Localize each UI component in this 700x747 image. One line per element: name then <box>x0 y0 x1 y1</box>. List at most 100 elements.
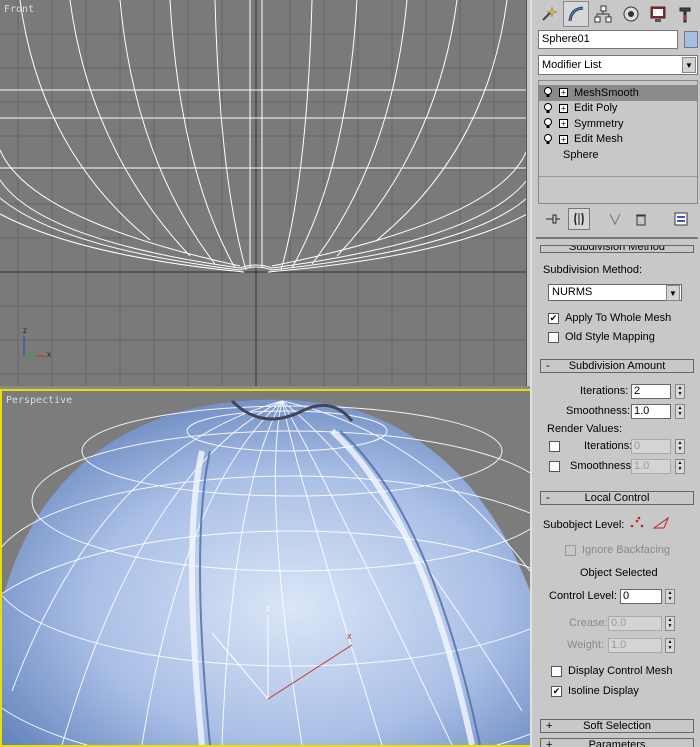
apply-whole-mesh-checkbox[interactable]: ✔ <box>548 313 559 324</box>
apply-whole-mesh-label: Apply To Whole Mesh <box>565 312 672 324</box>
perspective-viewport-label[interactable]: Perspective <box>6 395 72 406</box>
subdivision-method-select[interactable]: NURMS ▼ <box>548 284 682 301</box>
expand-icon[interactable]: + <box>559 134 568 144</box>
vertex-subobject-button[interactable] <box>628 515 646 531</box>
motion-tab[interactable] <box>617 1 644 27</box>
expand-icon[interactable]: + <box>559 88 568 98</box>
stack-item-meshsmooth[interactable]: + MeshSmooth <box>539 85 697 101</box>
show-end-result-icon <box>574 212 584 226</box>
display-control-mesh-checkbox[interactable] <box>551 666 562 677</box>
render-iterations-spinner: 0 <box>631 439 671 454</box>
rollout-subdivision-amount-header[interactable]: - Subdivision Amount <box>540 359 694 373</box>
expand-icon[interactable]: + <box>559 103 568 113</box>
render-smoothness-label: Smoothness: <box>570 460 635 472</box>
stack-toolbar <box>538 206 698 232</box>
gizmo-x-label: x <box>347 631 352 641</box>
display-control-mesh-label: Display Control Mesh <box>568 665 673 677</box>
stack-item-edit-mesh[interactable]: + Edit Mesh <box>539 132 697 148</box>
render-iterations-spinner-arrows: ▲ ▼ <box>675 439 685 454</box>
lightbulb-icon[interactable] <box>543 118 553 129</box>
show-end-result-button[interactable] <box>568 208 590 230</box>
stack-item-edit-poly[interactable]: + Edit Poly <box>539 101 697 117</box>
utilities-icon <box>679 7 691 23</box>
create-tab[interactable] <box>536 1 562 27</box>
remove-modifier-button[interactable] <box>630 208 652 230</box>
pin-stack-button[interactable] <box>542 208 564 230</box>
modify-icon <box>568 6 584 22</box>
subdivision-method-label: Subdivision Method: <box>543 264 643 276</box>
modifier-stack: + MeshSmooth + Edit Poly + Symmetry + Ed… <box>538 80 698 204</box>
control-level-spinner[interactable]: 0 <box>620 589 662 604</box>
smoothness-label: Smoothness: <box>566 405 631 417</box>
isoline-display-label: Isoline Display <box>568 685 639 697</box>
weight-spinner-arrows: ▲ ▼ <box>665 638 675 653</box>
lightbulb-icon[interactable] <box>543 133 553 144</box>
rollout-soft-selection-header[interactable]: + Soft Selection <box>540 719 694 733</box>
iterations-spinner[interactable]: 2 <box>631 384 671 399</box>
crease-label: Crease: <box>569 617 608 629</box>
control-level-spinner-arrows[interactable]: ▲ ▼ <box>665 589 675 604</box>
make-unique-icon <box>609 213 621 226</box>
expand-icon[interactable]: + <box>559 119 568 129</box>
display-tab[interactable] <box>645 1 671 27</box>
front-viewport-label[interactable]: Front <box>4 4 34 15</box>
rollout-subdivision-method-header[interactable]: Subdivision Method <box>540 245 694 253</box>
front-viewport[interactable]: Front z x <box>0 0 527 386</box>
edge-icon <box>652 516 670 529</box>
command-panel: Sphere01 Modifier List ▼ + MeshSmooth + … <box>530 0 700 747</box>
crease-spinner: 0.0 <box>608 616 662 631</box>
stack-item-label: Edit Mesh <box>574 133 623 146</box>
modifier-rollouts: Subdivision Method Subdivision Method: N… <box>532 240 698 747</box>
lightbulb-icon[interactable] <box>543 87 553 98</box>
smoothness-spinner-arrows[interactable]: ▲ ▼ <box>675 404 685 419</box>
iterations-label: Iterations: <box>580 385 629 397</box>
crease-spinner-arrows: ▲ ▼ <box>665 616 675 631</box>
stack-item-symmetry[interactable]: + Symmetry <box>539 116 697 132</box>
make-unique-button[interactable] <box>604 208 626 230</box>
old-style-mapping-checkbox[interactable] <box>548 332 559 343</box>
smoothness-spinner[interactable]: 1.0 <box>631 404 671 419</box>
ignore-backfacing-label: Ignore Backfacing <box>582 544 671 556</box>
utilities-tab[interactable] <box>672 1 698 27</box>
hierarchy-tab[interactable] <box>590 1 616 27</box>
render-values-label: Render Values: <box>547 423 623 435</box>
trash-icon <box>636 214 646 226</box>
stack-item-label: Sphere <box>563 148 599 161</box>
vertex-icon <box>630 516 644 528</box>
edge-subobject-button[interactable] <box>652 515 670 531</box>
hierarchy-icon <box>594 5 612 23</box>
render-iterations-label: Iterations: <box>584 440 633 452</box>
lightbulb-icon[interactable] <box>543 102 553 113</box>
rollout-parameters-header[interactable]: + Parameters <box>540 738 694 747</box>
configure-sets-icon <box>674 212 688 226</box>
modifier-list-label: Modifier List <box>542 59 602 71</box>
configure-modifier-sets-button[interactable] <box>670 208 692 230</box>
old-style-mapping-label: Old Style Mapping <box>565 331 655 343</box>
control-level-label: Control Level: <box>549 590 617 602</box>
command-panel-tabs <box>534 0 700 28</box>
axis-z-label: z <box>23 326 27 335</box>
object-color-swatch[interactable] <box>684 31 698 48</box>
object-selected-status: Object Selected <box>580 567 658 579</box>
object-name-field[interactable]: Sphere01 <box>538 30 678 49</box>
render-iterations-checkbox[interactable] <box>549 441 560 452</box>
stack-item-label: Symmetry <box>574 117 624 130</box>
chevron-down-icon[interactable]: ▼ <box>666 285 680 301</box>
iterations-spinner-arrows[interactable]: ▲ ▼ <box>675 384 685 399</box>
rollout-local-control-header[interactable]: - Local Control <box>540 491 694 505</box>
render-smoothness-checkbox[interactable] <box>549 461 560 472</box>
modify-tab[interactable] <box>563 1 589 27</box>
chevron-down-icon[interactable]: ▼ <box>682 57 696 73</box>
isoline-display-checkbox[interactable]: ✔ <box>551 686 562 697</box>
gizmo-z-label: z <box>266 603 271 613</box>
weight-label: Weight: <box>567 639 605 651</box>
render-smoothness-spinner: 1.0 <box>631 459 671 474</box>
stack-item-sphere[interactable]: Sphere <box>539 147 697 163</box>
perspective-viewport[interactable]: Perspective z x <box>0 389 530 747</box>
display-icon <box>650 6 666 22</box>
motion-icon <box>623 6 639 22</box>
ignore-backfacing-checkbox <box>565 545 576 556</box>
modifier-list-dropdown[interactable]: Modifier List ▼ <box>538 55 698 75</box>
stack-item-label: MeshSmooth <box>574 86 639 99</box>
create-icon <box>541 6 557 21</box>
